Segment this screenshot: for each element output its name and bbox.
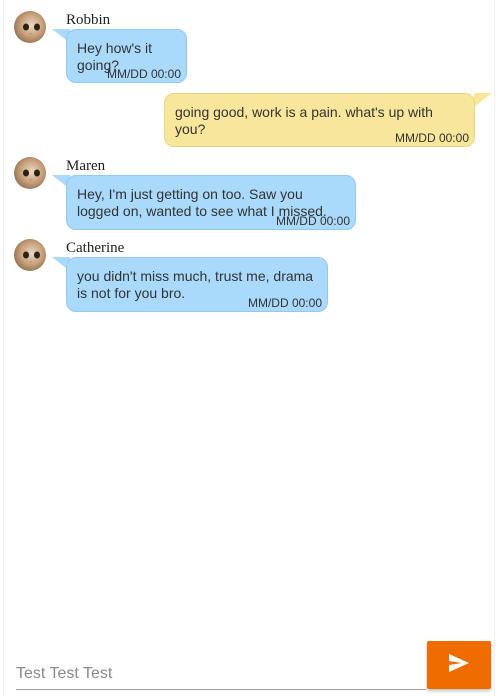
avatar-robbin	[14, 11, 46, 43]
message-timestamp: MM/DD 00:00	[247, 296, 322, 310]
message-input[interactable]	[16, 665, 416, 683]
message-timestamp: MM/DD 00:00	[106, 67, 181, 81]
bubble-tail	[474, 93, 492, 107]
message-timestamp: MM/DD 00:00	[394, 131, 469, 145]
avatar-maren	[14, 157, 46, 189]
send-icon	[448, 653, 470, 678]
sender-name-robbin: Robbin	[66, 12, 111, 28]
chat-window: Robbin Hey how's it going? MM/DD 00:00 g…	[3, 0, 495, 696]
avatar-catherine	[14, 239, 46, 271]
sender-name-catherine: Catherine	[66, 240, 125, 256]
message-bubble-maren[interactable]: Hey, I'm just getting on too. Saw you lo…	[66, 175, 356, 230]
sender-name-maren: Maren	[66, 158, 106, 174]
message-timestamp: MM/DD 00:00	[275, 214, 350, 228]
message-bubble-robbin[interactable]: Hey how's it going? MM/DD 00:00	[66, 29, 187, 83]
message-bubble-self[interactable]: going good, work is a pain. what's up wi…	[164, 93, 475, 147]
message-bubble-catherine[interactable]: you didn't miss much, trust me, drama is…	[66, 257, 328, 312]
message-input-container	[16, 655, 426, 690]
send-button[interactable]	[427, 641, 491, 689]
